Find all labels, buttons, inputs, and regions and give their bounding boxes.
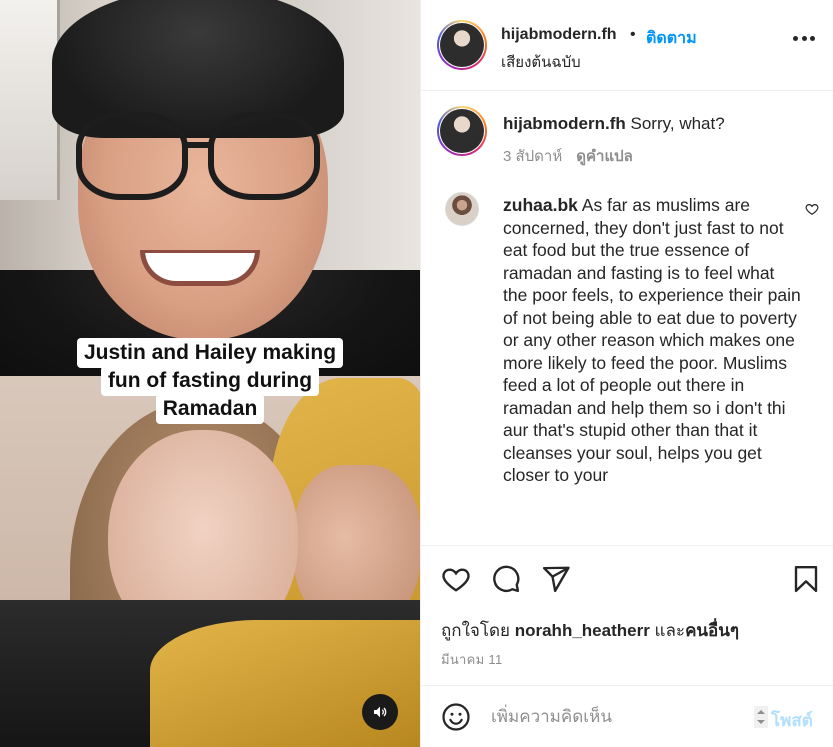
comment-composer: โพสต์ [421, 685, 833, 747]
caption-line: Justin and Hailey making [76, 338, 344, 368]
post-header: hijabmodern.fh • ติดตาม เสียงต้นฉบับ [421, 0, 833, 91]
more-options-icon[interactable] [793, 34, 815, 42]
caption-comment: hijabmodern.fh Sorry, what? [503, 114, 803, 134]
video-caption: Justin and Hailey making fun of fasting … [0, 338, 420, 424]
comment-input[interactable] [491, 704, 741, 730]
comment-time[interactable]: 3 สัปดาห์ [503, 148, 562, 165]
liked-by-username[interactable]: norahh_heatherr [515, 621, 650, 640]
comments-list[interactable]: hijabmodern.fh Sorry, what? 3 สัปดาห์ ดูค… [421, 92, 833, 545]
follow-button[interactable]: ติดตาม [646, 26, 697, 51]
original-audio-link[interactable]: เสียงต้นฉบับ [501, 50, 581, 74]
like-comment-heart-icon[interactable] [805, 202, 819, 216]
author-username[interactable]: hijabmodern.fh [501, 26, 617, 44]
commenter-avatar[interactable] [437, 106, 487, 156]
caption-line: Ramadan [155, 394, 265, 424]
comment-username[interactable]: hijabmodern.fh [503, 114, 626, 133]
share-icon[interactable] [541, 564, 571, 594]
heart-icon[interactable] [441, 564, 471, 594]
post-actions: ถูกใจโดย norahh_heatherr และคนอื่นๆ มีนา… [421, 545, 833, 685]
post-comment-button[interactable]: โพสต์ [771, 707, 813, 734]
see-translation-button[interactable]: ดูคำแปล [576, 148, 633, 165]
video-frame-top [0, 0, 420, 380]
bookmark-icon[interactable] [791, 564, 821, 594]
comment-text: As far as muslims are concerned, they do… [503, 195, 801, 485]
comment-username[interactable]: zuhaa.bk [503, 195, 578, 215]
post-date[interactable]: มีนาคม 11 [441, 649, 503, 670]
separator-dot: • [630, 26, 636, 43]
speaker-icon [374, 706, 387, 718]
comment-icon[interactable] [491, 564, 521, 594]
post-side-panel: hijabmodern.fh • ติดตาม เสียงต้นฉบับ hij… [420, 0, 833, 747]
comment: zuhaa.bk As far as muslims are concerned… [503, 194, 803, 487]
likes-summary: ถูกใจโดย norahh_heatherr และคนอื่นๆ [441, 621, 740, 640]
comment-text: Sorry, what? [630, 114, 725, 133]
comment-meta: 3 สัปดาห์ ดูคำแปล [503, 144, 633, 168]
caption-line: fun of fasting during [100, 366, 320, 396]
audio-toggle-button[interactable] [362, 694, 398, 730]
commenter-avatar[interactable] [445, 192, 479, 226]
emoji-icon[interactable] [441, 702, 471, 732]
post-video[interactable]: Justin and Hailey making fun of fasting … [0, 0, 420, 747]
scroll-arrows-icon [754, 706, 768, 728]
author-avatar[interactable] [437, 20, 487, 70]
likes-others-link[interactable]: คนอื่นๆ [685, 621, 739, 640]
